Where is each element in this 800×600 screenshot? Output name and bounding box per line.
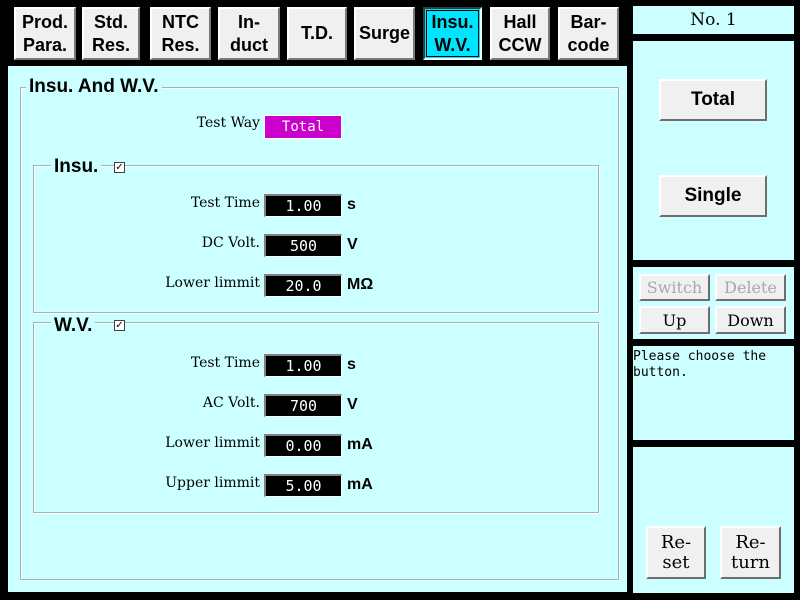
wv-upper-limit-field[interactable]: 5.00 <box>264 474 342 497</box>
number-text: No. 1 <box>690 10 737 30</box>
insu-test-time-label: Test Time <box>190 195 260 211</box>
insu-wv-title: Insu. And W.V. <box>26 76 162 98</box>
tab-std-res[interactable]: Std. Res. <box>82 7 140 60</box>
insu-test-time-field[interactable]: 1.00 <box>264 194 342 217</box>
dc-volt-label: DC Volt. <box>201 235 260 251</box>
control-panel: Switch Delete Up Down <box>633 267 794 339</box>
tab-prod-para[interactable]: Prod. Para. <box>14 7 76 60</box>
tab-induct[interactable]: In- duct <box>218 7 280 60</box>
wv-lower-limit-label: Lower limmit <box>165 435 260 451</box>
insu-lower-limit-field[interactable]: 20.0 <box>264 274 342 297</box>
main-panel: Insu. And W.V. Test Way Total Insu. ✓ Te… <box>8 66 627 592</box>
wv-title: W.V. <box>51 315 96 337</box>
ac-volt-label: AC Volt. <box>202 395 260 411</box>
wv-test-time-label: Test Time <box>190 355 260 371</box>
tab-ntc-res[interactable]: NTC Res. <box>150 7 211 60</box>
insu-title: Insu. <box>51 156 102 178</box>
wv-test-time-field[interactable]: 1.00 <box>264 354 342 377</box>
ac-volt-field[interactable]: 700 <box>264 394 342 417</box>
wv-test-time-unit: s <box>347 356 356 373</box>
insu-lower-limit-label: Lower limmit <box>165 275 260 291</box>
message-panel: Please choose the button. <box>633 346 794 440</box>
action-panel: Re- set Re- turn <box>633 447 794 593</box>
insu-checkbox[interactable]: ✓ <box>114 162 125 173</box>
insu-test-time-unit: s <box>347 196 356 213</box>
delete-button[interactable]: Delete <box>715 274 786 301</box>
tab-insu-wv[interactable]: Insu. W.V. <box>423 7 482 60</box>
tab-td[interactable]: T.D. <box>287 7 347 60</box>
insu-lower-limit-unit: MΩ <box>347 276 374 293</box>
single-button[interactable]: Single <box>659 175 767 217</box>
test-way-selector[interactable]: Total <box>264 115 342 139</box>
ac-volt-unit: V <box>347 396 358 413</box>
wv-upper-limit-unit: mA <box>347 476 373 493</box>
message-text: Please choose the button. <box>633 349 767 380</box>
return-button[interactable]: Re- turn <box>720 526 781 579</box>
wv-lower-limit-unit: mA <box>347 436 373 453</box>
tab-bar: Prod. Para. Std. Res. NTC Res. In- duct … <box>0 0 628 66</box>
tab-barcode[interactable]: Bar- code <box>558 7 619 60</box>
down-button[interactable]: Down <box>715 306 786 334</box>
up-button[interactable]: Up <box>639 306 710 334</box>
switch-button[interactable]: Switch <box>639 274 710 301</box>
wv-upper-limit-label: Upper limmit <box>165 475 260 491</box>
wv-checkbox[interactable]: ✓ <box>114 320 125 331</box>
wv-lower-limit-field[interactable]: 0.00 <box>264 434 342 457</box>
reset-button[interactable]: Re- set <box>646 526 706 579</box>
test-way-label: Test Way <box>196 115 260 131</box>
dc-volt-unit: V <box>347 236 358 253</box>
tab-surge[interactable]: Surge <box>354 7 415 60</box>
number-display: No. 1 <box>633 6 794 34</box>
dc-volt-field[interactable]: 500 <box>264 234 342 257</box>
tab-hall-ccw[interactable]: Hall CCW <box>490 7 550 60</box>
total-button[interactable]: Total <box>659 79 767 121</box>
test-mode-panel: Total Single <box>633 41 794 260</box>
